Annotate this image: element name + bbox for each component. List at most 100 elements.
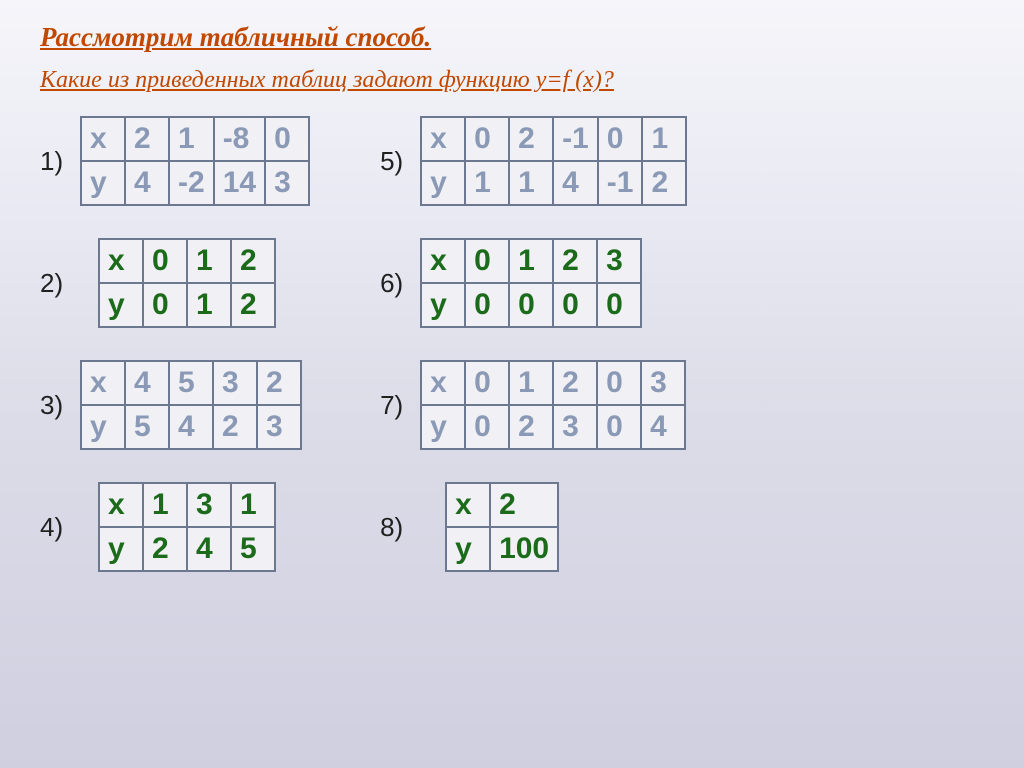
- cell: 2: [257, 361, 301, 405]
- cell: 2: [231, 283, 275, 327]
- x-row: x 0 1 2 0 3: [421, 361, 685, 405]
- cell: 0: [597, 361, 641, 405]
- row-label: y: [421, 161, 465, 205]
- x-row: x 0 2 -1 0 1: [421, 117, 686, 161]
- row-label: y: [421, 405, 465, 449]
- cell: 0: [598, 117, 643, 161]
- cell: 0: [597, 405, 641, 449]
- function-table: x 0 1 2 3 y 0 0 0 0: [420, 238, 642, 328]
- cell: -8: [214, 117, 265, 161]
- table-item-5: 5) x 0 2 -1 0 1 y 1 1 4 -1 2: [380, 116, 687, 206]
- table-item-1: 1) x 2 1 -8 0 y 4 -2 14 3: [40, 116, 310, 206]
- table-item-3: 3) x 4 5 3 2 y 5 4 2 3: [40, 360, 310, 450]
- cell: 0: [143, 283, 187, 327]
- cell: 1: [509, 361, 553, 405]
- cell: 0: [265, 117, 309, 161]
- item-number: 7): [380, 390, 420, 421]
- row-label: y: [446, 527, 490, 571]
- table-item-2: 2) x 0 1 2 y 0 1 2: [40, 238, 310, 328]
- row-label: x: [99, 239, 143, 283]
- cell: 3: [597, 239, 641, 283]
- cell: 5: [169, 361, 213, 405]
- cell: 2: [490, 483, 558, 527]
- cell: 1: [231, 483, 275, 527]
- tables-container: 1) x 2 1 -8 0 y 4 -2 14 3 2): [40, 116, 984, 572]
- item-number: 8): [380, 512, 420, 543]
- function-table: x 0 1 2 0 3 y 0 2 3 0 4: [420, 360, 686, 450]
- item-number: 2): [40, 268, 80, 299]
- cell: 4: [553, 161, 598, 205]
- table-item-6: 6) x 0 1 2 3 y 0 0 0 0: [380, 238, 687, 328]
- row-label: x: [99, 483, 143, 527]
- x-row: x 1 3 1: [99, 483, 275, 527]
- row-label: y: [81, 405, 125, 449]
- cell: 5: [125, 405, 169, 449]
- y-row: y 4 -2 14 3: [81, 161, 309, 205]
- cell: 3: [257, 405, 301, 449]
- cell: 0: [553, 283, 597, 327]
- cell: 3: [641, 361, 685, 405]
- row-label: x: [421, 239, 465, 283]
- row-label: x: [421, 117, 465, 161]
- x-row: x 0 1 2: [99, 239, 275, 283]
- cell: -1: [553, 117, 598, 161]
- cell: 0: [143, 239, 187, 283]
- right-column: 5) x 0 2 -1 0 1 y 1 1 4 -1 2: [380, 116, 687, 572]
- left-column: 1) x 2 1 -8 0 y 4 -2 14 3 2): [40, 116, 310, 572]
- cell: 4: [125, 361, 169, 405]
- cell: 0: [509, 283, 553, 327]
- cell: 0: [465, 117, 509, 161]
- cell: 4: [187, 527, 231, 571]
- cell: 0: [465, 361, 509, 405]
- x-row: x 0 1 2 3: [421, 239, 641, 283]
- cell: -1: [598, 161, 643, 205]
- item-number: 5): [380, 146, 420, 177]
- function-table: x 2 y 100: [445, 482, 559, 572]
- cell: 5: [231, 527, 275, 571]
- y-row: y 0 2 3 0 4: [421, 405, 685, 449]
- cell: 1: [143, 483, 187, 527]
- item-number: 6): [380, 268, 420, 299]
- cell: 2: [125, 117, 169, 161]
- cell: -2: [169, 161, 214, 205]
- cell: 2: [642, 161, 686, 205]
- item-number: 4): [40, 512, 80, 543]
- y-row: y 100: [446, 527, 558, 571]
- cell: 2: [231, 239, 275, 283]
- y-row: y 1 1 4 -1 2: [421, 161, 686, 205]
- cell: 2: [553, 239, 597, 283]
- cell: 4: [125, 161, 169, 205]
- slide-subtitle: Какие из приведенных таблиц задают функц…: [40, 67, 984, 94]
- row-label: y: [99, 527, 143, 571]
- y-row: y 5 4 2 3: [81, 405, 301, 449]
- cell: 1: [169, 117, 214, 161]
- row-label: y: [99, 283, 143, 327]
- cell: 2: [509, 405, 553, 449]
- row-label: x: [421, 361, 465, 405]
- cell: 2: [509, 117, 553, 161]
- cell: 0: [465, 239, 509, 283]
- cell: 3: [265, 161, 309, 205]
- function-table: x 0 2 -1 0 1 y 1 1 4 -1 2: [420, 116, 687, 206]
- table-item-4: 4) x 1 3 1 y 2 4 5: [40, 482, 310, 572]
- row-label: x: [81, 361, 125, 405]
- cell: 1: [509, 239, 553, 283]
- y-row: y 0 1 2: [99, 283, 275, 327]
- item-number: 1): [40, 146, 80, 177]
- cell: 3: [187, 483, 231, 527]
- cell: 1: [465, 161, 509, 205]
- cell: 1: [187, 283, 231, 327]
- cell: 2: [143, 527, 187, 571]
- x-row: x 2 1 -8 0: [81, 117, 309, 161]
- table-item-7: 7) x 0 1 2 0 3 y 0 2 3 0 4: [380, 360, 687, 450]
- x-row: x 4 5 3 2: [81, 361, 301, 405]
- slide-title: Рассмотрим табличный способ.: [40, 22, 984, 53]
- y-row: y 0 0 0 0: [421, 283, 641, 327]
- y-row: y 2 4 5: [99, 527, 275, 571]
- function-table: x 1 3 1 y 2 4 5: [98, 482, 276, 572]
- cell: 4: [169, 405, 213, 449]
- row-label: x: [446, 483, 490, 527]
- cell: 100: [490, 527, 558, 571]
- cell: 3: [553, 405, 597, 449]
- cell: 2: [553, 361, 597, 405]
